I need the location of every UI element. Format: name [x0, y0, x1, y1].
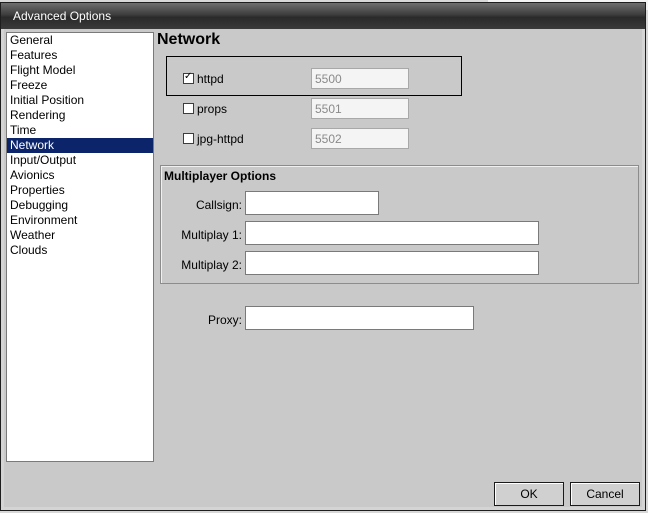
jpg-httpd-label: jpg-httpd: [197, 132, 244, 146]
sidebar-item-initial-position[interactable]: Initial Position: [7, 93, 153, 108]
category-list[interactable]: General Features Flight Model Freeze Ini…: [6, 32, 154, 462]
callsign-input[interactable]: [245, 191, 379, 215]
sidebar-item-properties[interactable]: Properties: [7, 183, 153, 198]
httpd-label: httpd: [197, 72, 224, 86]
multiplay2-label: Multiplay 2:: [181, 258, 242, 272]
httpd-port-field[interactable]: 5500: [311, 68, 409, 89]
sidebar-item-rendering[interactable]: Rendering: [7, 108, 153, 123]
sidebar-item-input-output[interactable]: Input/Output: [7, 153, 153, 168]
props-port-field[interactable]: 5501: [311, 98, 409, 119]
multiplay1-input[interactable]: [245, 221, 539, 245]
dialog-client-area: General Features Flight Model Freeze Ini…: [4, 29, 642, 507]
props-label: props: [197, 102, 228, 116]
sidebar-item-debugging[interactable]: Debugging: [7, 198, 153, 213]
advanced-options-dialog: Advanced Options General Features Flight…: [0, 2, 646, 511]
sidebar-item-flight-model[interactable]: Flight Model: [7, 63, 153, 78]
callsign-label: Callsign:: [195, 198, 242, 212]
sidebar-item-freeze[interactable]: Freeze: [7, 78, 153, 93]
multiplay2-input[interactable]: [245, 251, 539, 275]
props-checkbox[interactable]: [183, 103, 194, 114]
sidebar-item-general[interactable]: General: [7, 33, 153, 48]
sidebar-item-environment[interactable]: Environment: [7, 213, 153, 228]
sidebar-item-time[interactable]: Time: [7, 123, 153, 138]
proxy-label: Proxy:: [207, 313, 242, 327]
title-bar[interactable]: Advanced Options: [1, 3, 645, 29]
multiplayer-title: Multiplayer Options: [164, 169, 277, 183]
jpg-httpd-checkbox[interactable]: [183, 133, 194, 144]
sidebar-item-features[interactable]: Features: [7, 48, 153, 63]
httpd-checkbox[interactable]: ✓: [183, 71, 194, 84]
check-icon: ✓: [184, 71, 193, 82]
window-title: Advanced Options: [13, 9, 112, 23]
cancel-button[interactable]: Cancel: [570, 482, 640, 506]
jpg-httpd-port-field[interactable]: 5502: [311, 128, 409, 149]
multiplay1-label: Multiplay 1:: [181, 228, 242, 242]
section-title: Network: [157, 31, 221, 48]
sidebar-item-avionics[interactable]: Avionics: [7, 168, 153, 183]
ok-button[interactable]: OK: [494, 482, 564, 506]
sidebar-item-clouds[interactable]: Clouds: [7, 243, 153, 258]
sidebar-item-network[interactable]: Network: [7, 138, 153, 153]
proxy-input[interactable]: [245, 306, 474, 330]
sidebar-item-weather[interactable]: Weather: [7, 228, 153, 243]
